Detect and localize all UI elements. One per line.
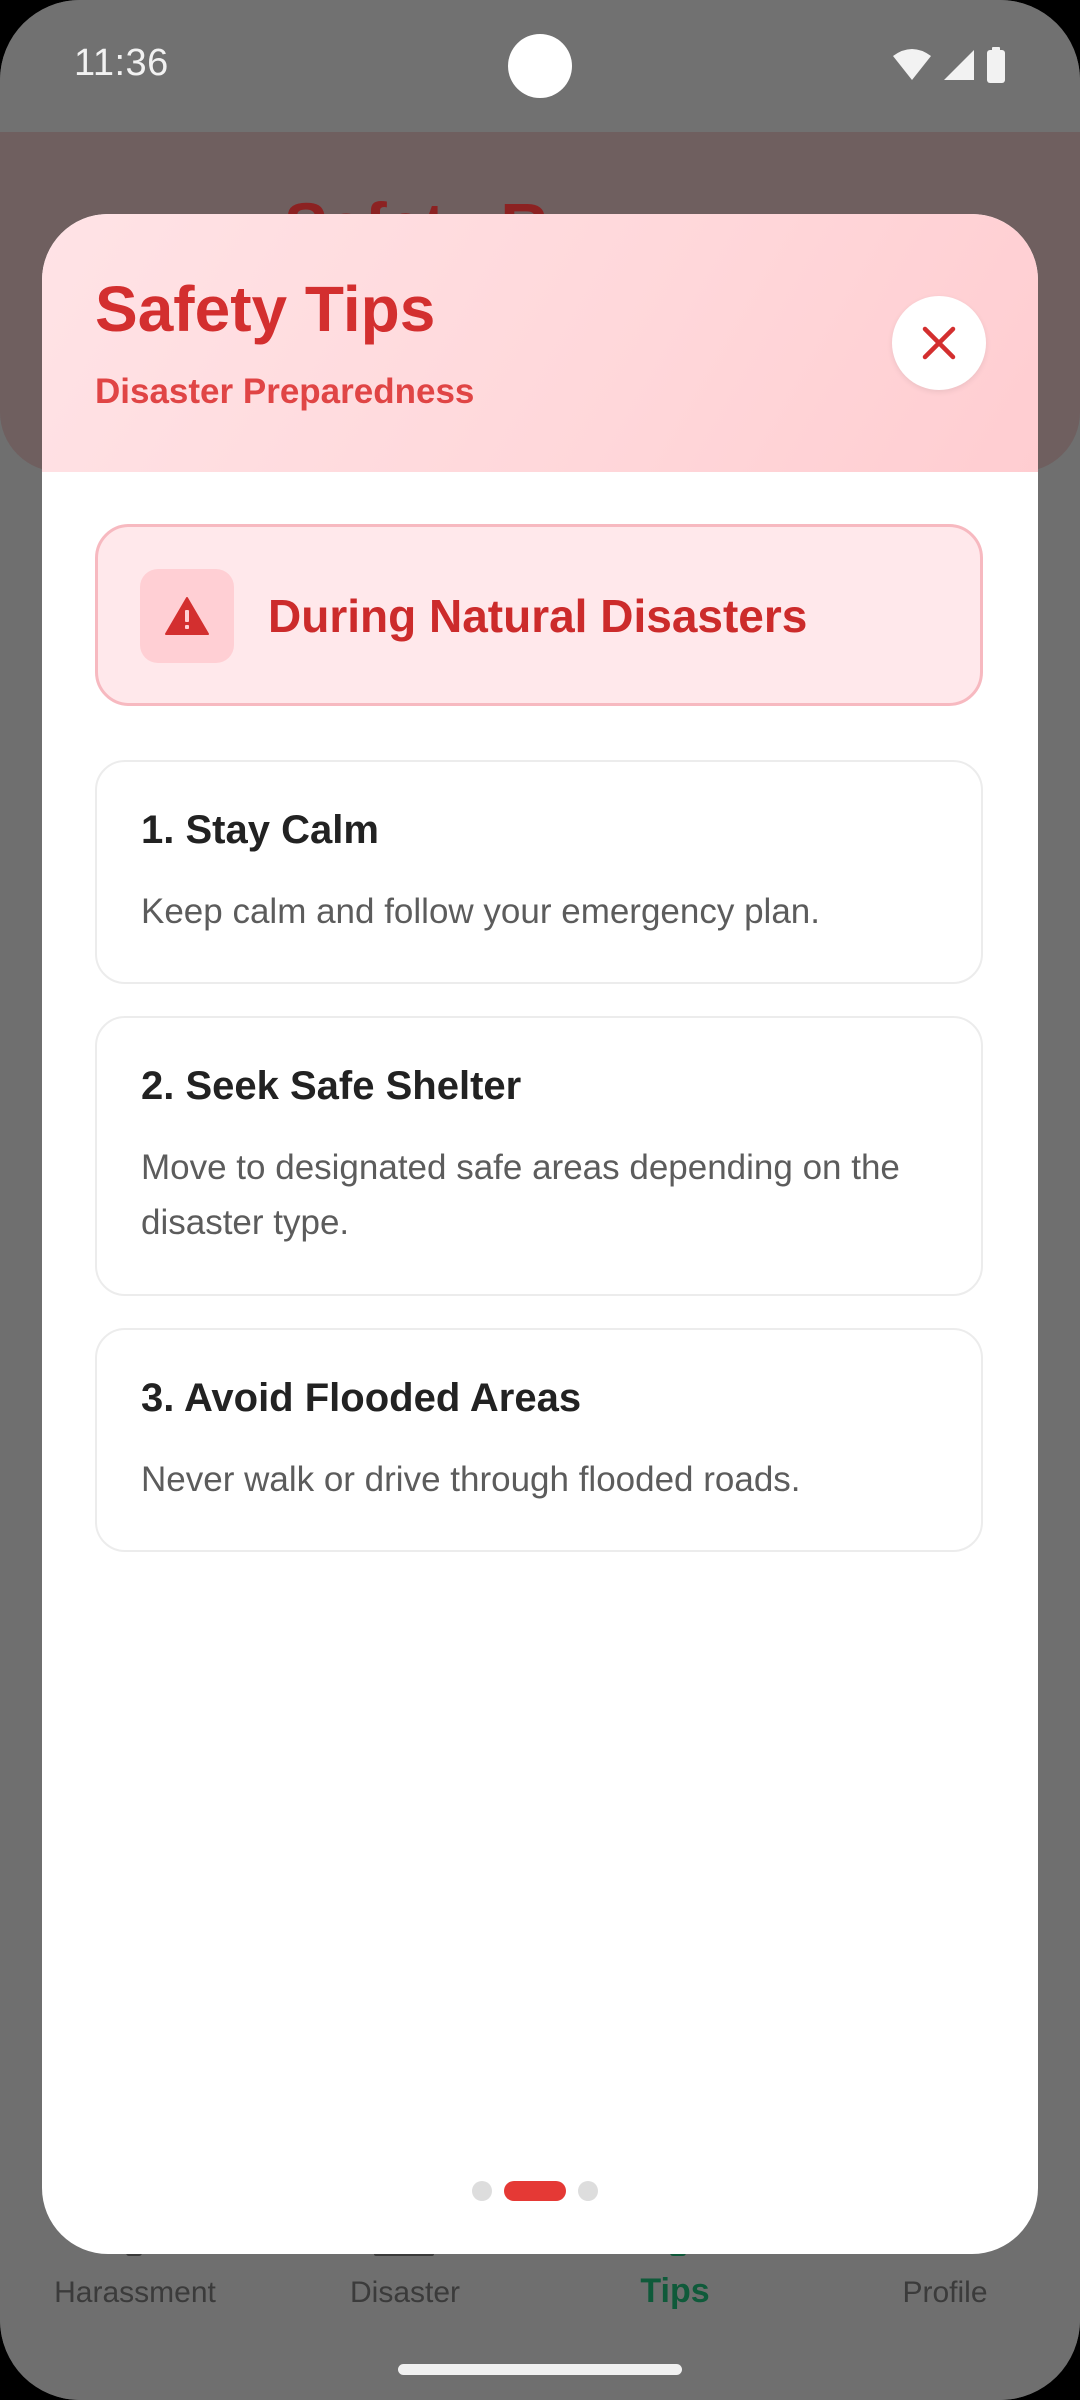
device-screen: 11:36 Safety R Harassment Disaster Tips … — [0, 0, 1080, 2400]
tip-title: 1. Stay Calm — [141, 808, 379, 852]
tip-description: Move to designated safe areas depending … — [141, 1148, 900, 1242]
wifi-icon — [893, 49, 931, 80]
tip-title: 3. Avoid Flooded Areas — [141, 1376, 582, 1420]
tip-card: 2. Seek Safe Shelter Move to designated … — [95, 1016, 983, 1296]
battery-icon — [987, 47, 1005, 83]
nav-item-profile[interactable]: Profile — [810, 2276, 1080, 2310]
sheet-subtitle: Disaster Preparedness — [95, 372, 475, 411]
tip-description: Never walk or drive through flooded road… — [141, 1460, 801, 1499]
tip-card: 3. Avoid Flooded Areas Never walk or dri… — [95, 1328, 983, 1552]
home-indicator[interactable] — [398, 2364, 682, 2375]
section-banner: During Natural Disasters — [95, 524, 983, 706]
sheet-title: Safety Tips — [95, 273, 436, 345]
tip-card: 1. Stay Calm Keep calm and follow your e… — [95, 760, 983, 984]
signal-icon — [944, 50, 974, 80]
page-indicator — [472, 2180, 598, 2202]
page-dot-2-active[interactable] — [504, 2181, 566, 2201]
page-dot-3[interactable] — [578, 2181, 598, 2201]
tip-description: Keep calm and follow your emergency plan… — [141, 892, 820, 931]
camera-cutout — [508, 34, 572, 98]
nav-item-disaster[interactable]: Disaster — [270, 2276, 540, 2310]
nav-item-tips[interactable]: Tips — [540, 2272, 810, 2311]
warning-icon — [165, 597, 209, 635]
tip-title: 2. Seek Safe Shelter — [141, 1064, 522, 1108]
status-time: 11:36 — [74, 42, 169, 84]
status-icons — [892, 46, 1006, 84]
close-icon — [922, 326, 956, 360]
nav-item-harassment[interactable]: Harassment — [0, 2276, 270, 2310]
page-dot-1[interactable] — [472, 2181, 492, 2201]
status-bar: 11:36 — [0, 0, 1080, 132]
warning-icon-box — [140, 569, 234, 663]
section-title: During Natural Disasters — [268, 590, 808, 642]
sheet-header: Safety Tips Disaster Preparedness — [42, 214, 1038, 472]
safety-tips-sheet: Safety Tips Disaster Preparedness During… — [42, 214, 1038, 2254]
close-button[interactable] — [892, 296, 986, 390]
